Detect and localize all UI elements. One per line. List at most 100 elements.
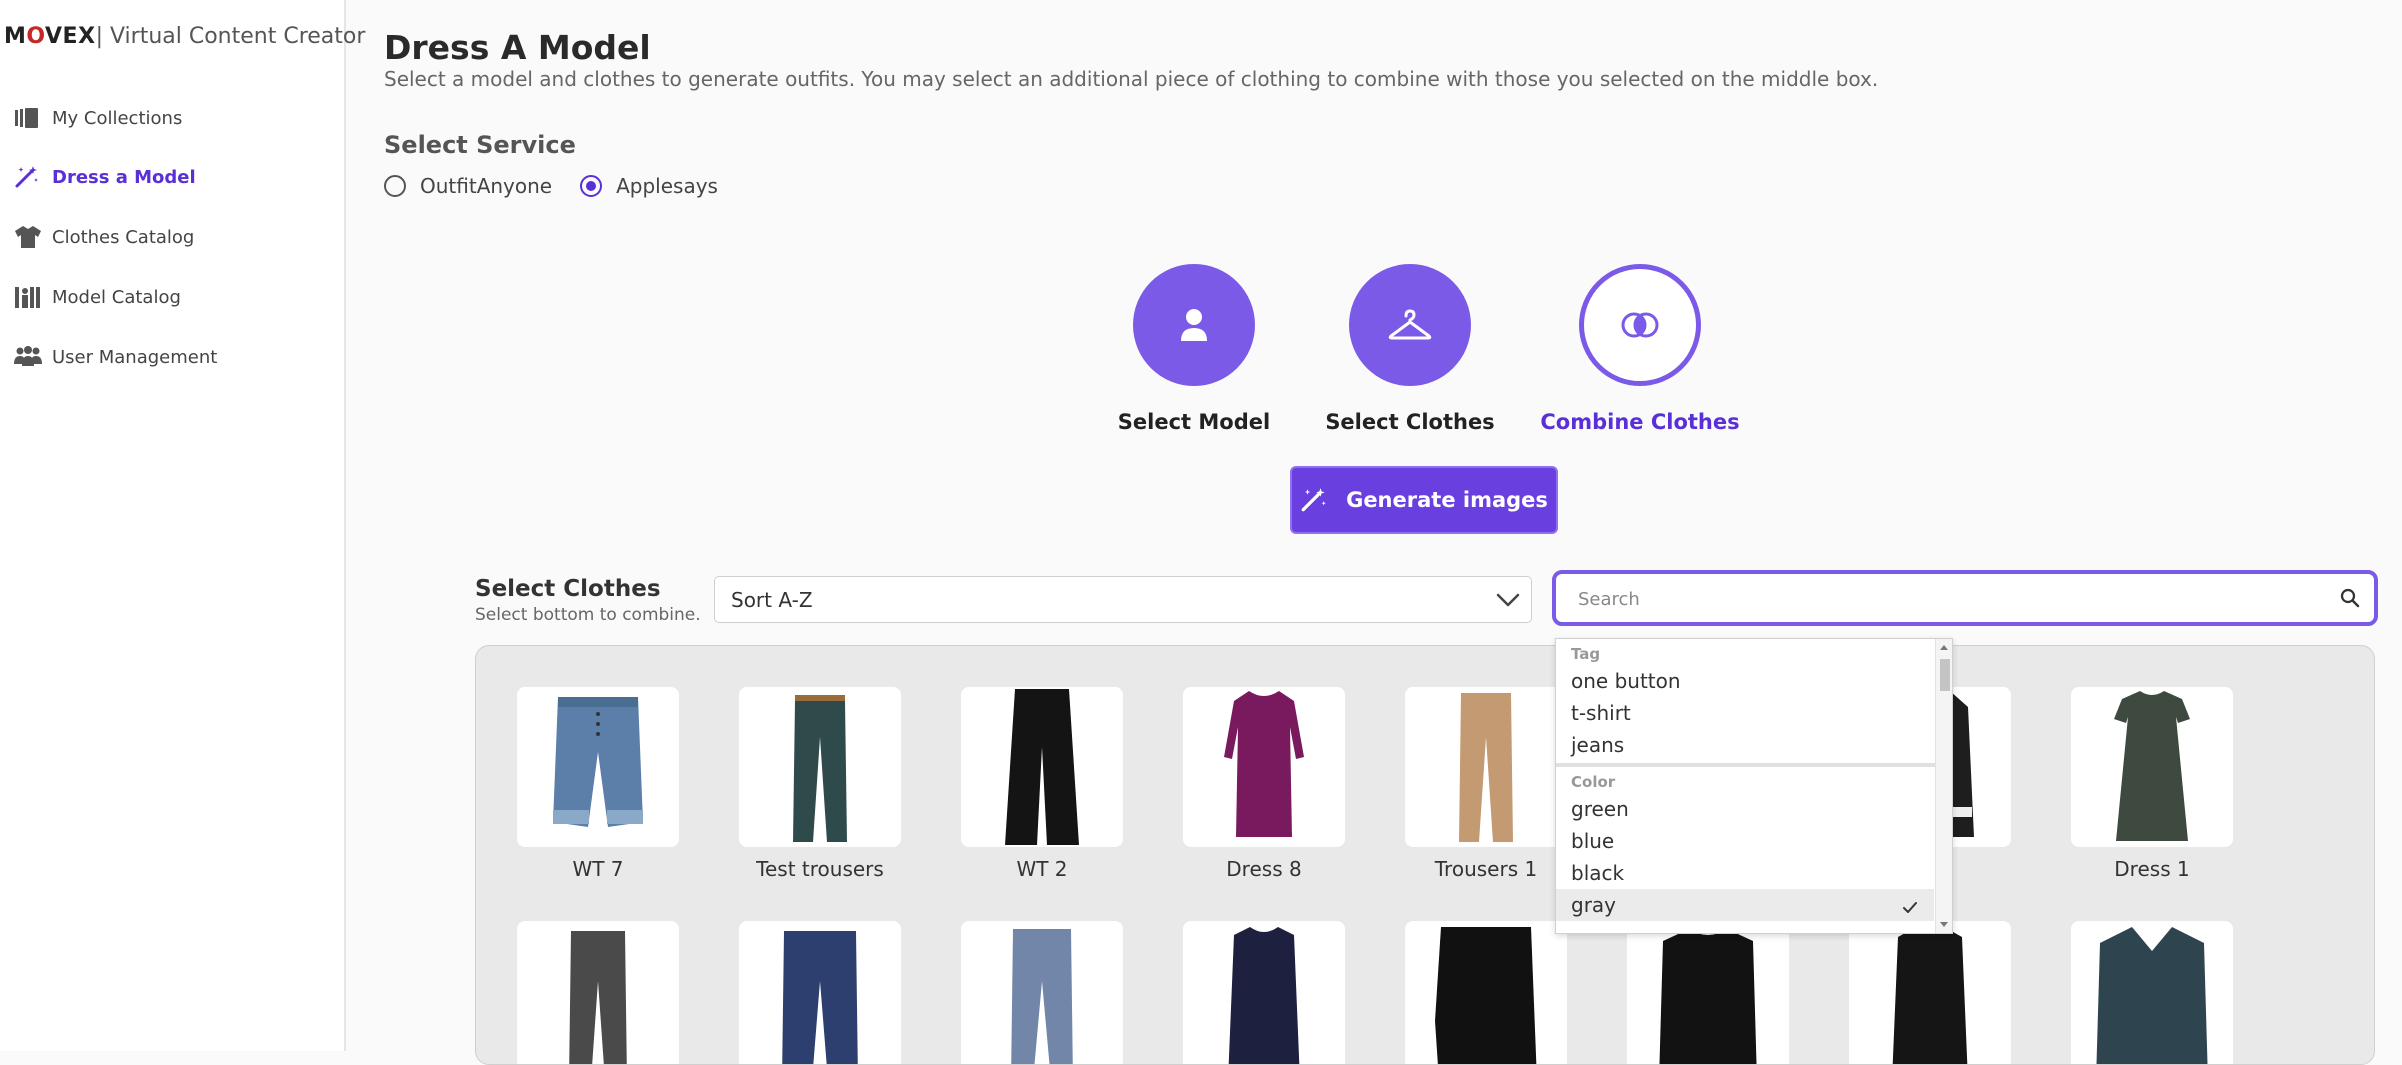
dropdown-option[interactable]: one button [1556,665,1934,697]
sidebar-item-dress-a-model[interactable]: Dress a Model [14,157,196,197]
catalog-item[interactable]: WT 2 [961,687,1123,881]
brand-divider: | [95,24,103,49]
clothing-image[interactable] [1405,921,1567,1064]
select-clothes-subtitle: Select bottom to combine. [475,605,701,625]
catalog-item[interactable]: WT 7 [517,687,679,881]
dropdown-option[interactable]: jeans [1556,729,1934,761]
movex-logo: MOVEX [4,24,96,49]
step-label: Select Clothes [1325,410,1495,434]
select-clothes-title: Select Clothes [475,576,661,602]
item-name: Dress 8 [1226,857,1302,881]
clothing-image[interactable] [1183,921,1345,1064]
sidebar-item-my-collections[interactable]: My Collections [14,98,182,138]
model-catalog-icon [14,283,44,311]
app-name: Virtual Content Creator [109,24,366,49]
combine-clothes-button[interactable] [1579,264,1701,386]
service-title: Select Service [384,131,576,159]
item-name: Trousers 1 [1434,857,1538,881]
radio-outfitanyone[interactable] [384,175,406,197]
chevron-down-icon [1495,590,1521,614]
check-icon [1902,897,1918,921]
catalog-item[interactable]: Dress 1 [2071,687,2233,881]
sidebar-item-label: My Collections [52,107,183,129]
dropdown-divider [1556,763,1936,767]
step-label: Combine Clothes [1540,410,1740,434]
catalog-item[interactable]: Dress 8 [1183,687,1345,881]
clothing-image[interactable] [2071,921,2233,1064]
dropdown-option[interactable]: t-shirt [1556,697,1934,729]
catalog-item[interactable] [739,921,901,1064]
radio-label-applesays[interactable]: Applesays [616,174,718,198]
dropdown-option-selected[interactable]: gray [1556,889,1934,921]
step-select-model[interactable]: Select Model [1094,264,1294,434]
catalog-item[interactable]: Trousers 1 [1405,687,1567,881]
clothing-image[interactable] [517,687,679,847]
clothing-image[interactable] [961,687,1123,847]
clothing-image[interactable] [1405,687,1567,847]
select-clothes-button[interactable] [1349,264,1471,386]
catalog-item[interactable] [1627,921,1789,1064]
search-icon[interactable] [2340,588,2360,612]
radio-applesays[interactable] [580,175,603,197]
collections-icon [14,104,44,132]
page-title: Dress A Model [384,28,651,67]
dropdown-option-label: gray [1571,893,1617,917]
service-options: OutfitAnyone Applesays [384,174,746,198]
sidebar-item-label: Dress a Model [52,166,196,188]
dropdown-group-label: Color [1571,773,1616,791]
sidebar: MOVEX| Virtual Content Creator My Collec… [0,0,365,1051]
hanger-icon [1388,309,1432,340]
search-box[interactable] [1552,570,2378,626]
brand[interactable]: MOVEX| Virtual Content Creator [4,24,365,49]
catalog-item[interactable] [517,921,679,1064]
dropdown-group-label: Tag [1571,645,1601,663]
clothes-grid: WT 7 Test trousers WT 2 Dress 8 Trousers… [475,645,2375,1065]
catalog-item[interactable] [961,921,1123,1064]
clothing-image[interactable] [1183,687,1345,847]
page-subtitle: Select a model and clothes to generate o… [384,67,1879,91]
sidebar-item-label: User Management [52,346,218,368]
item-name: WT 7 [572,857,624,881]
person-icon [1181,309,1207,341]
catalog-item[interactable] [1183,921,1345,1064]
dropdown-option[interactable]: blue [1556,825,1934,857]
shirt-icon [14,223,44,251]
radio-label-outfitanyone[interactable]: OutfitAnyone [420,174,552,198]
step-label: Select Model [1117,410,1271,434]
clothing-image[interactable] [1849,921,2011,1064]
clothing-image[interactable] [739,687,901,847]
magic-wand-icon [14,163,44,191]
item-name: WT 2 [1016,857,1068,881]
dropdown-scrollbar[interactable] [1935,639,1952,933]
sidebar-item-user-management[interactable]: User Management [14,337,217,377]
catalog-item[interactable] [2071,921,2233,1064]
sidebar-item-model-catalog[interactable]: Model Catalog [14,277,181,317]
users-icon [14,343,44,371]
sort-value: Sort A-Z [731,587,813,612]
clothing-image[interactable] [739,921,901,1064]
item-name: Test trousers [756,857,884,881]
scrollbar-thumb[interactable] [1940,659,1950,691]
search-suggestions-dropdown[interactable]: Tag one button t-shirt jeans Color green… [1555,638,1953,934]
clothing-image[interactable] [1627,921,1789,1064]
dropdown-option[interactable]: green [1556,793,1934,825]
sort-select[interactable]: Sort A-Z [714,576,1532,623]
search-input[interactable] [1576,582,2320,616]
step-select-clothes[interactable]: Select Clothes [1310,264,1510,434]
generate-images-label: Generate images [1346,488,1548,512]
select-model-button[interactable] [1133,264,1255,386]
step-combine-clothes[interactable]: Combine Clothes [1540,264,1740,434]
sidebar-item-clothes-catalog[interactable]: Clothes Catalog [14,217,194,257]
magic-wand-icon [1300,487,1328,513]
catalog-item[interactable] [1405,921,1567,1064]
catalog-item[interactable] [1849,921,2011,1064]
overlap-circles-icon [1621,312,1659,338]
item-name: Dress 1 [2114,857,2190,881]
catalog-item[interactable]: Test trousers [739,687,901,881]
generate-images-button[interactable]: Generate images [1290,466,1558,534]
sidebar-item-label: Model Catalog [52,286,181,308]
dropdown-option[interactable]: black [1556,857,1934,889]
clothing-image[interactable] [2071,687,2233,847]
clothing-image[interactable] [961,921,1123,1064]
clothing-image[interactable] [517,921,679,1064]
